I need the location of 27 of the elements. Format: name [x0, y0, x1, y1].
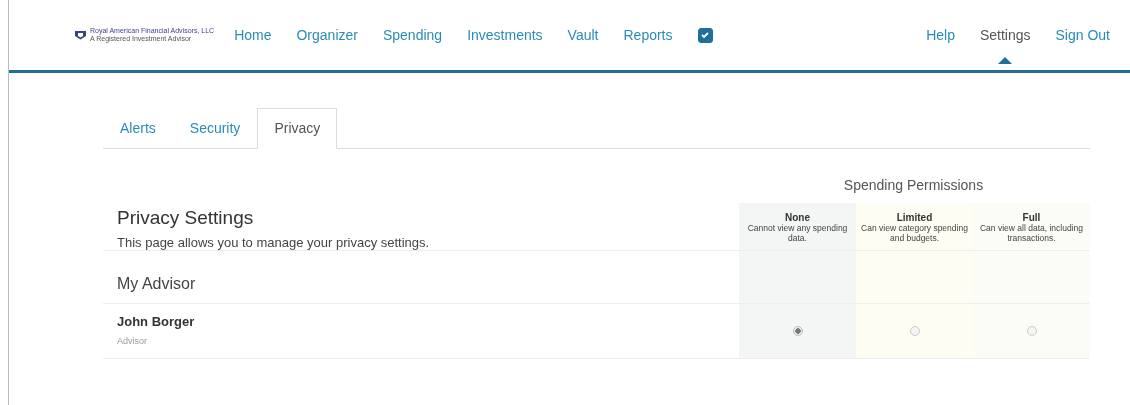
radio-button[interactable]	[909, 326, 920, 336]
tab[interactable]: Security	[172, 108, 258, 149]
page-title: Privacy Settings	[117, 207, 255, 229]
permissions-title: Spending Permissions	[842, 177, 985, 195]
permission-column-header: Full Can view all data, including transactions.	[973, 203, 1090, 250]
nav-link[interactable]: Home	[234, 27, 272, 43]
permission-column-header: None Cannot view any spending data.	[739, 203, 856, 250]
selected-indicator-icon	[998, 57, 1013, 64]
nav-link[interactable]: Sign Out	[1055, 27, 1110, 43]
tab[interactable]: Privacy	[257, 108, 338, 149]
section-title: My Advisor	[117, 274, 197, 294]
nav-link[interactable]: Spending	[382, 27, 443, 43]
nav-link[interactable]: Reports	[623, 27, 673, 43]
advisor-name: John Borger	[117, 314, 196, 329]
page-description: This page allows you to manage your privacy settings.	[117, 235, 431, 250]
nav-link[interactable]: Settings	[979, 27, 1031, 43]
nav-link[interactable]: Organizer	[296, 27, 358, 43]
checkbox-icon[interactable]	[697, 27, 713, 43]
shield-logo-icon	[74, 30, 87, 40]
nav-link[interactable]: Help	[926, 27, 955, 43]
nav-link[interactable]: Vault	[567, 27, 599, 43]
nav-link[interactable]: Investments	[467, 27, 543, 43]
advisor-role: Advisor	[117, 336, 148, 346]
radio-button[interactable]	[1026, 326, 1037, 336]
tab[interactable]: Alerts	[103, 108, 173, 149]
permission-column-header: Limited Can view category spending and budgets.	[856, 203, 973, 250]
radio-button[interactable]	[792, 326, 803, 336]
